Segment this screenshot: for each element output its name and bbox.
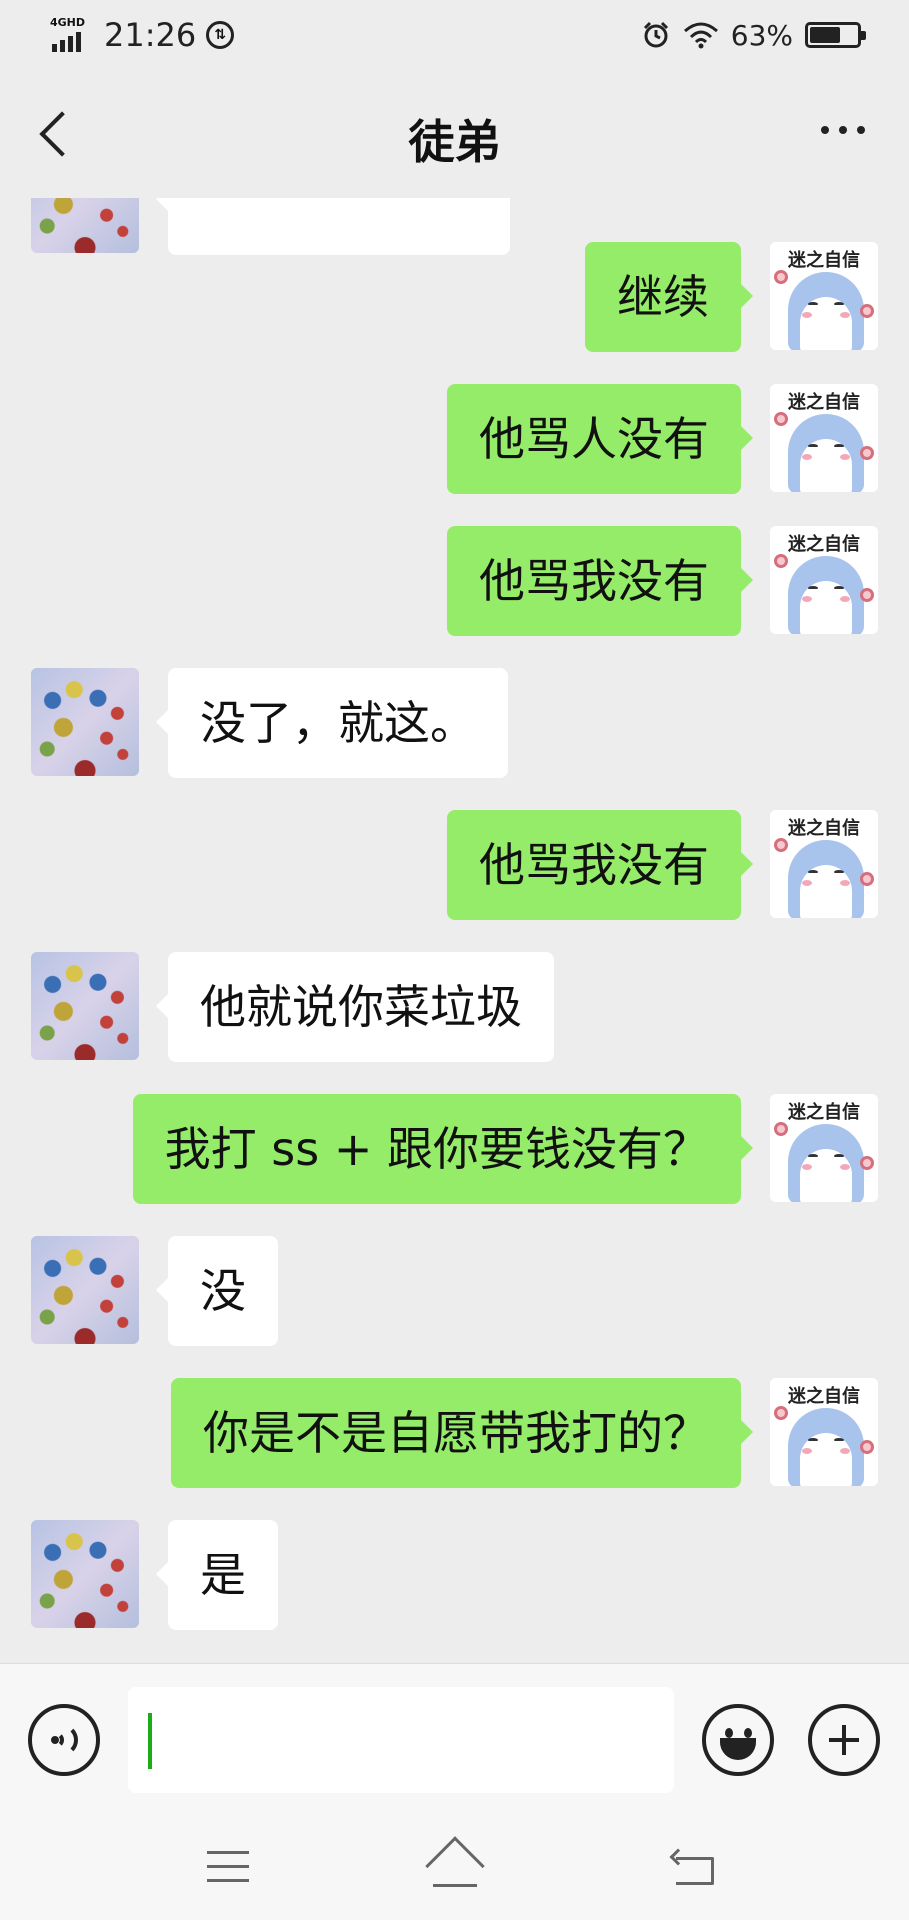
avatar-caption: 迷之自信 [788, 818, 860, 839]
avatar-caption: 迷之自信 [788, 392, 860, 413]
contact-avatar[interactable] [31, 668, 139, 776]
chat-title: 徒弟 [408, 115, 501, 169]
chat-header: 徒弟 [0, 70, 909, 198]
message-bubble[interactable]: 他骂我没有 [447, 526, 753, 636]
message-list[interactable]: 迷之自信 继续 迷之自信 他骂人没有 迷之自信 他骂我没有 没了，就这。 迷之自信 他骂我没有他… [0, 198, 909, 1663]
message-bubble[interactable]: 我打 ss + 跟你要钱没有？ [132, 1094, 754, 1204]
data-sync-icon: ⇅ [206, 21, 235, 49]
network-type: 4GHD [50, 16, 86, 29]
message-bubble[interactable]: 他骂人没有 [447, 384, 753, 494]
battery-fill [810, 27, 841, 43]
message-bubble[interactable]: 继续 [585, 242, 753, 352]
battery-percent: 63% [730, 18, 793, 52]
avatar-caption: 迷之自信 [788, 534, 860, 555]
battery-icon [805, 22, 866, 48]
avatar-caption: 迷之自信 [788, 250, 860, 271]
contact-avatar[interactable] [31, 1236, 139, 1344]
voice-icon[interactable] [28, 1704, 100, 1776]
contact-avatar[interactable] [31, 1520, 139, 1628]
menu-icon[interactable] [207, 1851, 249, 1883]
message-sent: 迷之自信 继续 [0, 242, 909, 352]
status-left: 4GHD 21:26 ⇅ [50, 16, 235, 54]
wifi-icon [683, 22, 718, 49]
message-sent: 迷之自信 你是不是自愿带我打的？ [0, 1378, 909, 1488]
plus-icon[interactable] [808, 1704, 880, 1776]
avatar-caption: 迷之自信 [788, 1386, 860, 1407]
status-bar: 4GHD 21:26 ⇅ 63% [0, 0, 909, 70]
own-avatar[interactable]: 迷之自信 [770, 384, 878, 492]
message-sent: 迷之自信 他骂人没有 [0, 384, 909, 494]
message-received: 没了，就这。 [0, 668, 909, 778]
emoji-icon[interactable] [702, 1704, 774, 1776]
message-bubble[interactable]: 没了，就这。 [156, 668, 508, 778]
system-nav-bar [0, 1815, 909, 1920]
input-bar [0, 1663, 909, 1815]
more-dots-icon[interactable] [821, 126, 865, 134]
message-sent: 迷之自信 我打 ss + 跟你要钱没有？ [0, 1094, 909, 1204]
status-right: 63% [641, 16, 866, 54]
own-avatar[interactable]: 迷之自信 [770, 810, 878, 918]
message-bubble[interactable]: 没 [156, 1236, 278, 1346]
message-sent: 迷之自信 他骂我没有 [0, 526, 909, 636]
text-caret [148, 1713, 152, 1769]
own-avatar[interactable]: 迷之自信 [770, 1378, 878, 1486]
message-bubble[interactable]: 他就说你菜垃圾 [156, 952, 554, 1062]
message-bubble[interactable]: 是 [156, 1520, 278, 1630]
back-icon[interactable] [669, 1848, 714, 1885]
message-received: 是 [0, 1520, 909, 1630]
home-icon[interactable] [425, 1836, 485, 1896]
message-bubble[interactable]: 你是不是自愿带我打的？ [171, 1378, 753, 1488]
own-avatar[interactable]: 迷之自信 [770, 526, 878, 634]
message-received: 他就说你菜垃圾 [0, 952, 909, 1062]
own-avatar[interactable]: 迷之自信 [770, 242, 878, 350]
message-bubble[interactable]: 他骂我没有 [447, 810, 753, 920]
own-avatar[interactable]: 迷之自信 [770, 1094, 878, 1202]
alarm-icon [643, 21, 668, 48]
contact-avatar[interactable] [31, 952, 139, 1060]
signal-icon: 4GHD [50, 16, 94, 54]
status-time: 21:26 [104, 16, 197, 54]
message-sent: 迷之自信 他骂我没有 [0, 810, 909, 920]
message-input[interactable] [128, 1687, 674, 1793]
avatar-caption: 迷之自信 [788, 1102, 860, 1123]
message-received: 没 [0, 1236, 909, 1346]
